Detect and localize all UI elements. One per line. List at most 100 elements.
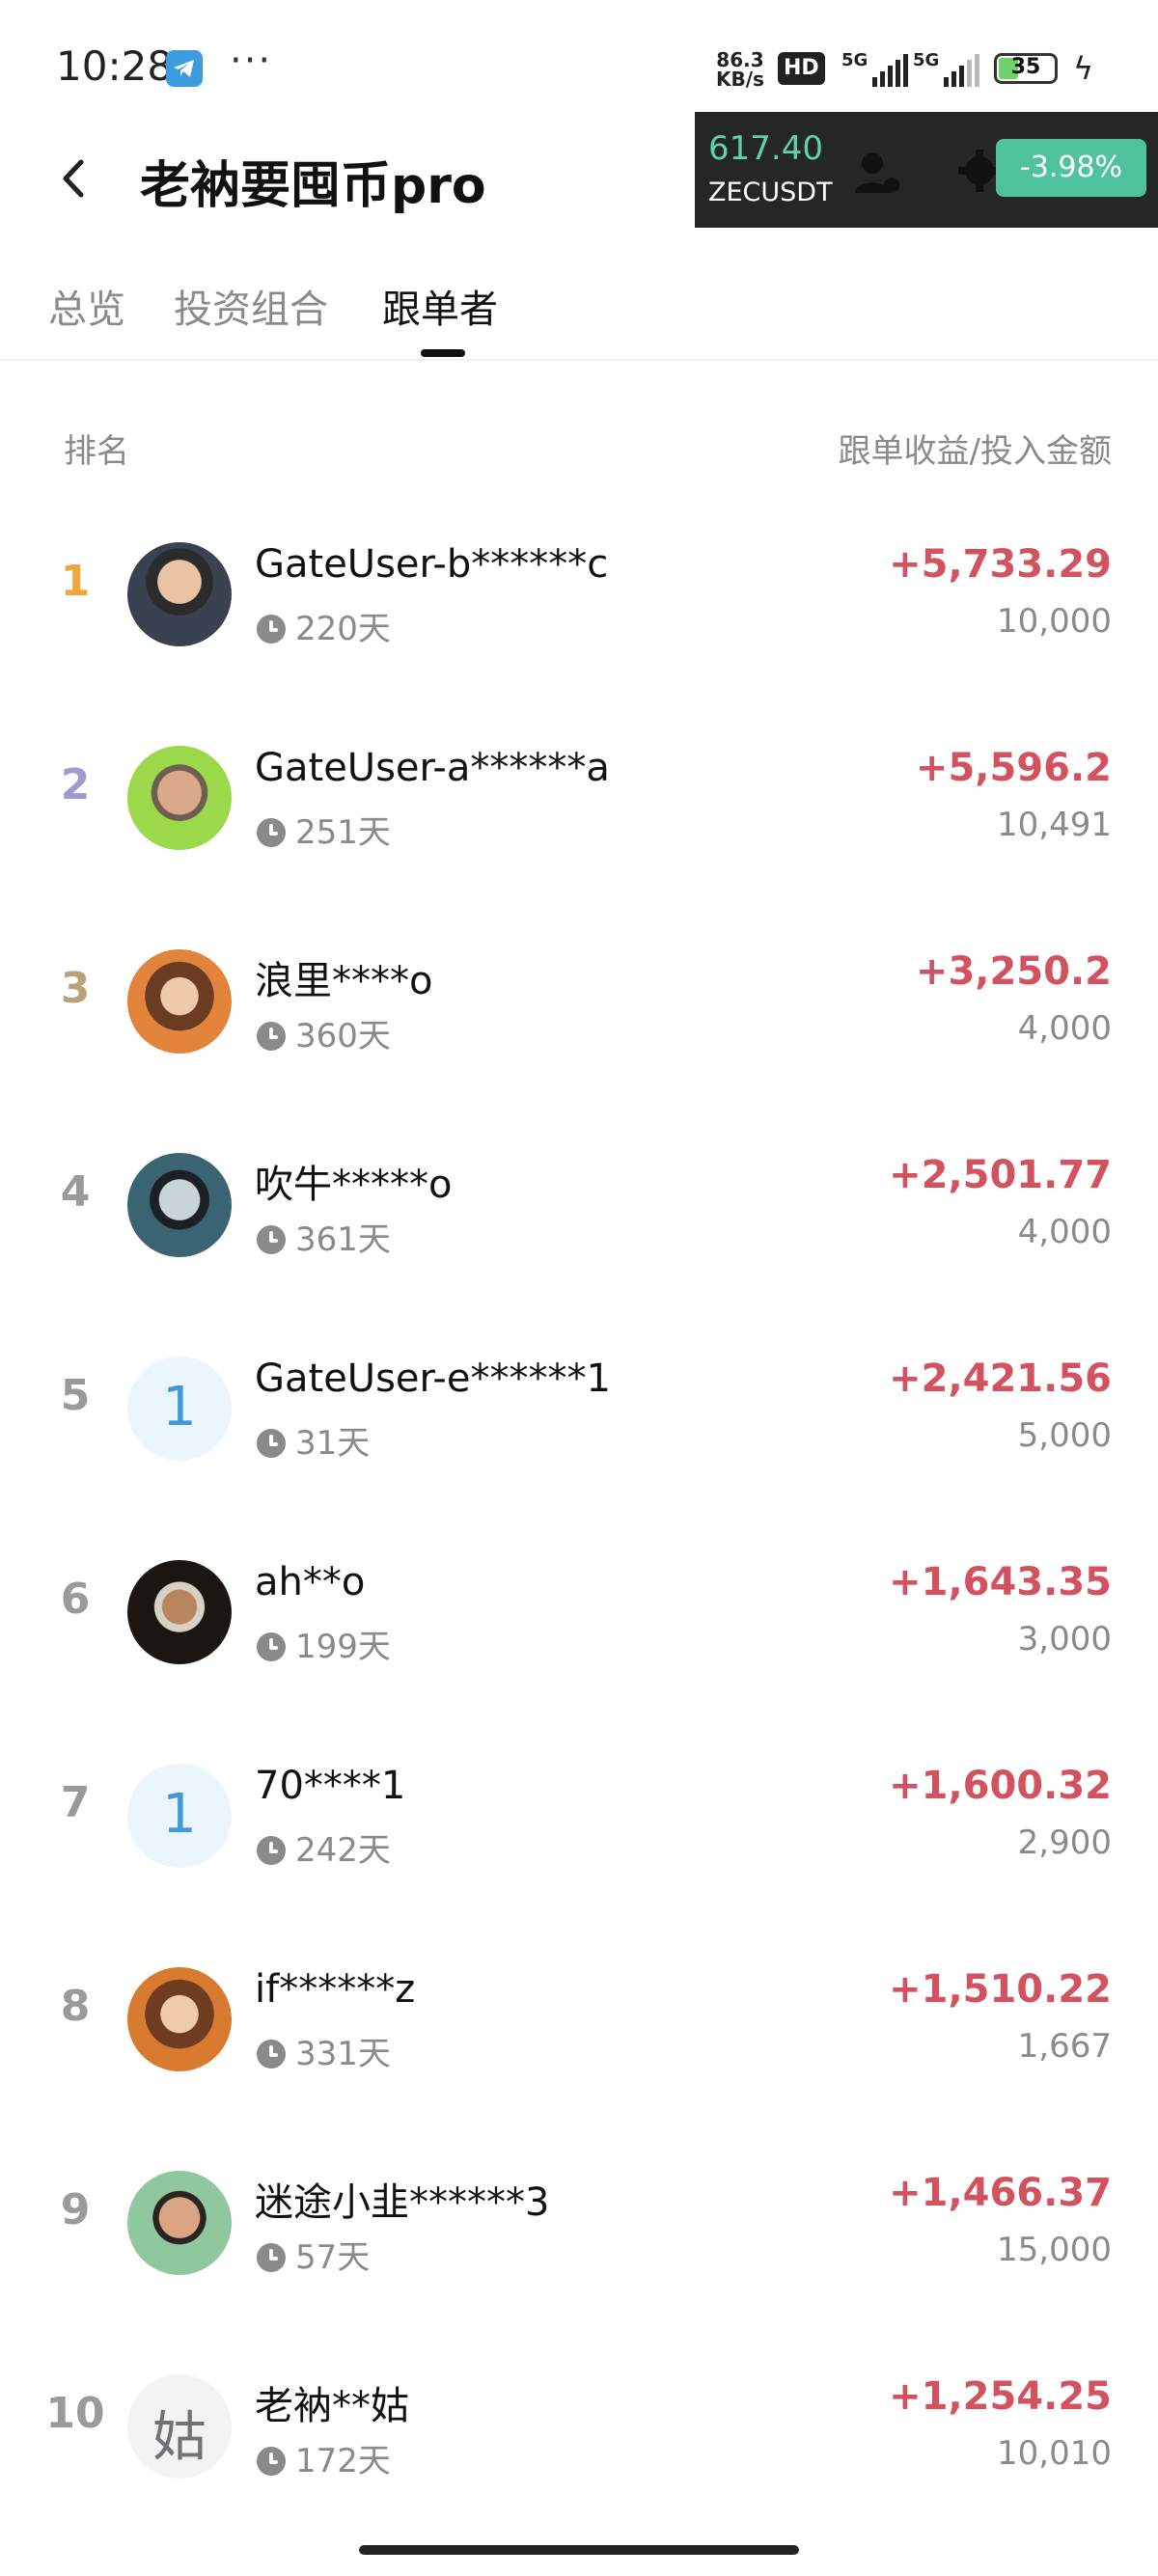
follow-days: 57天 [295,2238,371,2277]
avatar[interactable] [127,1560,232,1664]
back-button[interactable] [54,154,93,203]
follow-duration: 199天 [257,1620,391,1667]
follow-profit: +5,733.29 [889,542,1112,587]
follower-name: 浪里****o [255,959,433,1003]
clock-icon [257,2447,286,2476]
price-ticker-widget[interactable]: 617.40 ZECUSDT -3.98% [695,112,1158,228]
follower-name: 迷途小韭******3 [255,2180,550,2225]
page-title: 老衲要囤币pro [140,157,486,215]
follow-profit: +5,596.2 [915,746,1112,790]
home-indicator[interactable] [359,2545,799,2555]
clock-icon [257,1022,286,1051]
invested-amount: 1,667 [1017,2027,1112,2066]
avatar[interactable] [127,746,232,850]
follow-days: 331天 [295,2035,391,2073]
ticker-price: 617.40 [708,129,823,168]
follower-name: GateUser-e******1 [255,1357,611,1401]
ticker-symbol: ZECUSDT [708,178,833,207]
follower-row[interactable]: 8 if******z 331天 +1,510.22 1,667 [0,1919,1158,2122]
avatar[interactable] [127,542,232,646]
clock-icon [257,2040,286,2069]
telegram-icon [166,50,203,87]
follower-row[interactable]: 9 迷途小韭******3 57天 +1,466.37 15,000 [0,2123,1158,2325]
avatar[interactable] [127,2171,232,2275]
follower-row[interactable]: 6 ah**o 199天 +1,643.35 3,000 [0,1512,1158,1714]
signal-bars-2-icon [944,54,982,87]
follower-row[interactable]: 4 吹牛*****o 361天 +2,501.77 4,000 [0,1105,1158,1307]
invested-amount: 10,000 [997,602,1112,641]
follower-row[interactable]: 3 浪里****o 360天 +3,250.2 4,000 [0,901,1158,1104]
follower-row[interactable]: 2 GateUser-a******a 251天 +5,596.2 10,491 [0,698,1158,900]
more-notifications-icon: ··· [230,39,273,83]
invested-amount: 10,491 [997,806,1112,844]
follow-duration: 360天 [257,1009,391,1056]
rank-number: 3 [60,964,91,1013]
avatar-letter: 1 [162,1376,197,1439]
rank-column-header: 排名 [64,432,129,471]
hd-badge: HD [778,52,825,85]
follow-days: 199天 [295,1628,391,1666]
follow-profit: +1,510.22 [889,1967,1112,2012]
follow-days: 361天 [295,1220,391,1259]
clock-icon [257,1225,286,1254]
avatar[interactable]: 姑 [127,2374,232,2479]
rank-number: 8 [60,1982,91,2031]
clock-icon [257,1836,286,1865]
rank-number: 5 [60,1371,91,1420]
follower-row[interactable]: 7 1 70****1 242天 +1,600.32 2,900 [0,1715,1158,1918]
battery-level: 35 [1010,55,1041,79]
follow-duration: 220天 [257,602,391,649]
follower-name: 老衲**姑 [255,2384,409,2428]
tab-portfolio[interactable]: 投资组合 [174,278,328,334]
avatar[interactable]: 1 [127,1357,232,1461]
follow-days: 172天 [295,2442,391,2480]
follow-duration: 361天 [257,1213,391,1260]
follow-profit: +1,466.37 [889,2171,1112,2215]
follow-days: 360天 [295,1017,391,1055]
follow-profit: +1,254.25 [889,2374,1112,2419]
clock-icon [257,2243,286,2272]
follower-row[interactable]: 1 GateUser-b******c 220天 +5,733.29 10,000 [0,494,1158,697]
follower-row[interactable]: 10 姑 老衲**姑 172天 +1,254.25 10,010 [0,2326,1158,2529]
tab-bar: 总览 投资组合 跟单者 [0,270,1158,361]
avatar[interactable] [127,1967,232,2071]
avatar[interactable]: 1 [127,1764,232,1868]
avatar[interactable] [127,1153,232,1257]
follow-duration: 251天 [257,806,391,853]
follower-row[interactable]: 5 1 GateUser-e******1 31天 +2,421.56 5,000 [0,1308,1158,1511]
tab-followers[interactable]: 跟单者 [382,278,498,334]
rank-number: 9 [60,2185,91,2234]
follow-profit: +1,600.32 [889,1764,1112,1808]
profit-column-header: 跟单收益/投入金额 [838,432,1112,471]
follow-profit: +1,643.35 [889,1560,1112,1604]
invested-amount: 5,000 [1017,1416,1112,1455]
chevron-left-icon [63,159,84,198]
invested-amount: 2,900 [1017,1823,1112,1862]
signal-label-1: 5G [841,50,868,70]
signal-bars-1-icon [872,54,911,87]
follower-name: 70****1 [255,1764,406,1808]
rank-number: 1 [60,557,91,606]
follow-duration: 172天 [257,2434,391,2481]
invested-amount: 15,000 [997,2231,1112,2269]
rank-number: 10 [45,2389,105,2438]
follow-duration: 57天 [257,2231,370,2278]
user-icon[interactable] [853,151,901,199]
avatar-letter: 1 [162,1783,197,1846]
follower-name: GateUser-b******c [255,542,609,587]
follow-profit: +2,421.56 [889,1357,1112,1401]
tab-overview[interactable]: 总览 [48,278,125,334]
rank-number: 2 [60,760,91,809]
signal-label-2: 5G [913,50,940,70]
follower-name: 吹牛*****o [255,1163,453,1207]
invested-amount: 4,000 [1017,1213,1112,1251]
follow-days: 31天 [295,1424,371,1463]
follow-duration: 242天 [257,1823,391,1871]
rank-number: 7 [60,1778,91,1827]
battery-icon: 35 [994,53,1058,84]
rank-number: 6 [60,1575,91,1624]
avatar[interactable] [127,949,232,1054]
rank-number: 4 [60,1167,91,1217]
invested-amount: 3,000 [1017,1620,1112,1658]
follower-name: GateUser-a******a [255,746,610,790]
